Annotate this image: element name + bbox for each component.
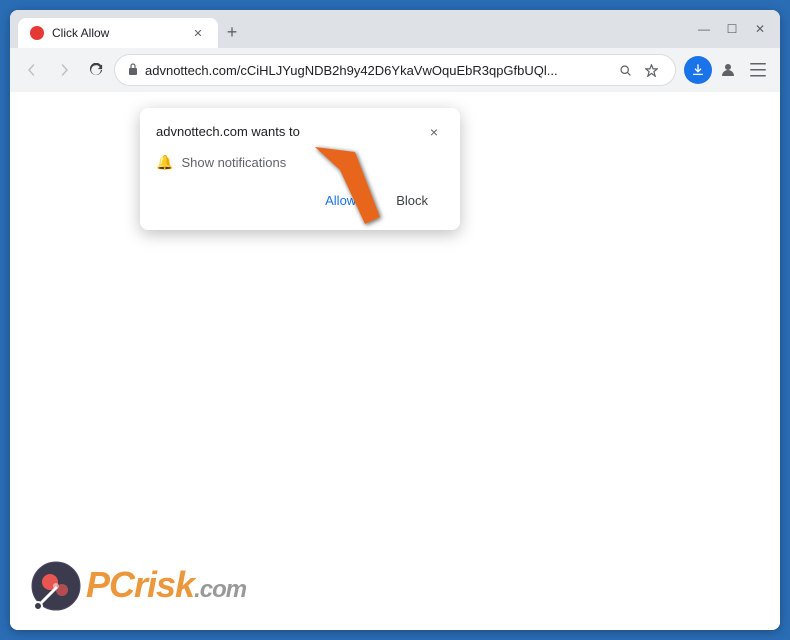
nav-bar: advnottech.com/cCiHLJYugNDB2h9y42D6YkaVw… — [10, 48, 780, 92]
profile-button[interactable] — [714, 56, 742, 84]
window-controls: — ☐ ✕ — [692, 17, 772, 41]
download-indicator[interactable] — [684, 56, 712, 84]
popup-header: advnottech.com wants to × — [156, 124, 444, 142]
browser-tab[interactable]: Click Allow ✕ — [18, 18, 218, 48]
notification-label: Show notifications — [181, 155, 286, 170]
notification-popup: advnottech.com wants to × 🔔 Show notific… — [140, 108, 460, 230]
pc-text: PC — [86, 564, 134, 605]
close-button[interactable]: ✕ — [748, 17, 772, 41]
pcrisk-logo: PCrisk.com — [30, 560, 246, 610]
forward-button[interactable] — [50, 56, 78, 84]
lock-icon — [127, 62, 139, 79]
menu-button[interactable] — [744, 56, 772, 84]
bookmark-icon-btn[interactable] — [639, 58, 663, 82]
title-bar: Click Allow ✕ + — ☐ ✕ — [10, 10, 780, 48]
url-text: advnottech.com/cCiHLJYugNDB2h9y42D6YkaVw… — [145, 63, 607, 78]
maximize-button[interactable]: ☐ — [720, 17, 744, 41]
back-button[interactable] — [18, 56, 46, 84]
tab-area: Click Allow ✕ + — [18, 10, 680, 48]
risk-text: risk — [134, 564, 194, 605]
tab-close-button[interactable]: ✕ — [190, 25, 206, 41]
bell-icon: 🔔 — [156, 154, 173, 171]
domain-text: .com — [194, 576, 246, 603]
browser-window: Click Allow ✕ + — ☐ ✕ — [10, 10, 780, 630]
tab-title: Click Allow — [52, 26, 182, 40]
minimize-button[interactable]: — — [692, 17, 716, 41]
popup-notification-row: 🔔 Show notifications — [156, 154, 444, 171]
address-bar[interactable]: advnottech.com/cCiHLJYugNDB2h9y42D6YkaVw… — [114, 54, 676, 86]
watermark: PCrisk.com — [30, 560, 246, 610]
logo-text: PCrisk.com — [86, 564, 246, 606]
orange-arrow — [310, 142, 390, 237]
new-tab-button[interactable]: + — [218, 18, 246, 46]
reload-button[interactable] — [82, 56, 110, 84]
tab-favicon — [30, 26, 44, 40]
popup-title: advnottech.com wants to — [156, 124, 300, 139]
address-actions — [613, 58, 663, 82]
logo-icon — [30, 560, 80, 610]
search-icon-btn[interactable] — [613, 58, 637, 82]
content-area: advnottech.com wants to × 🔔 Show notific… — [10, 92, 780, 630]
toolbar-icons — [684, 56, 772, 84]
popup-close-button[interactable]: × — [424, 122, 444, 142]
popup-buttons: Allow Block — [156, 187, 444, 214]
